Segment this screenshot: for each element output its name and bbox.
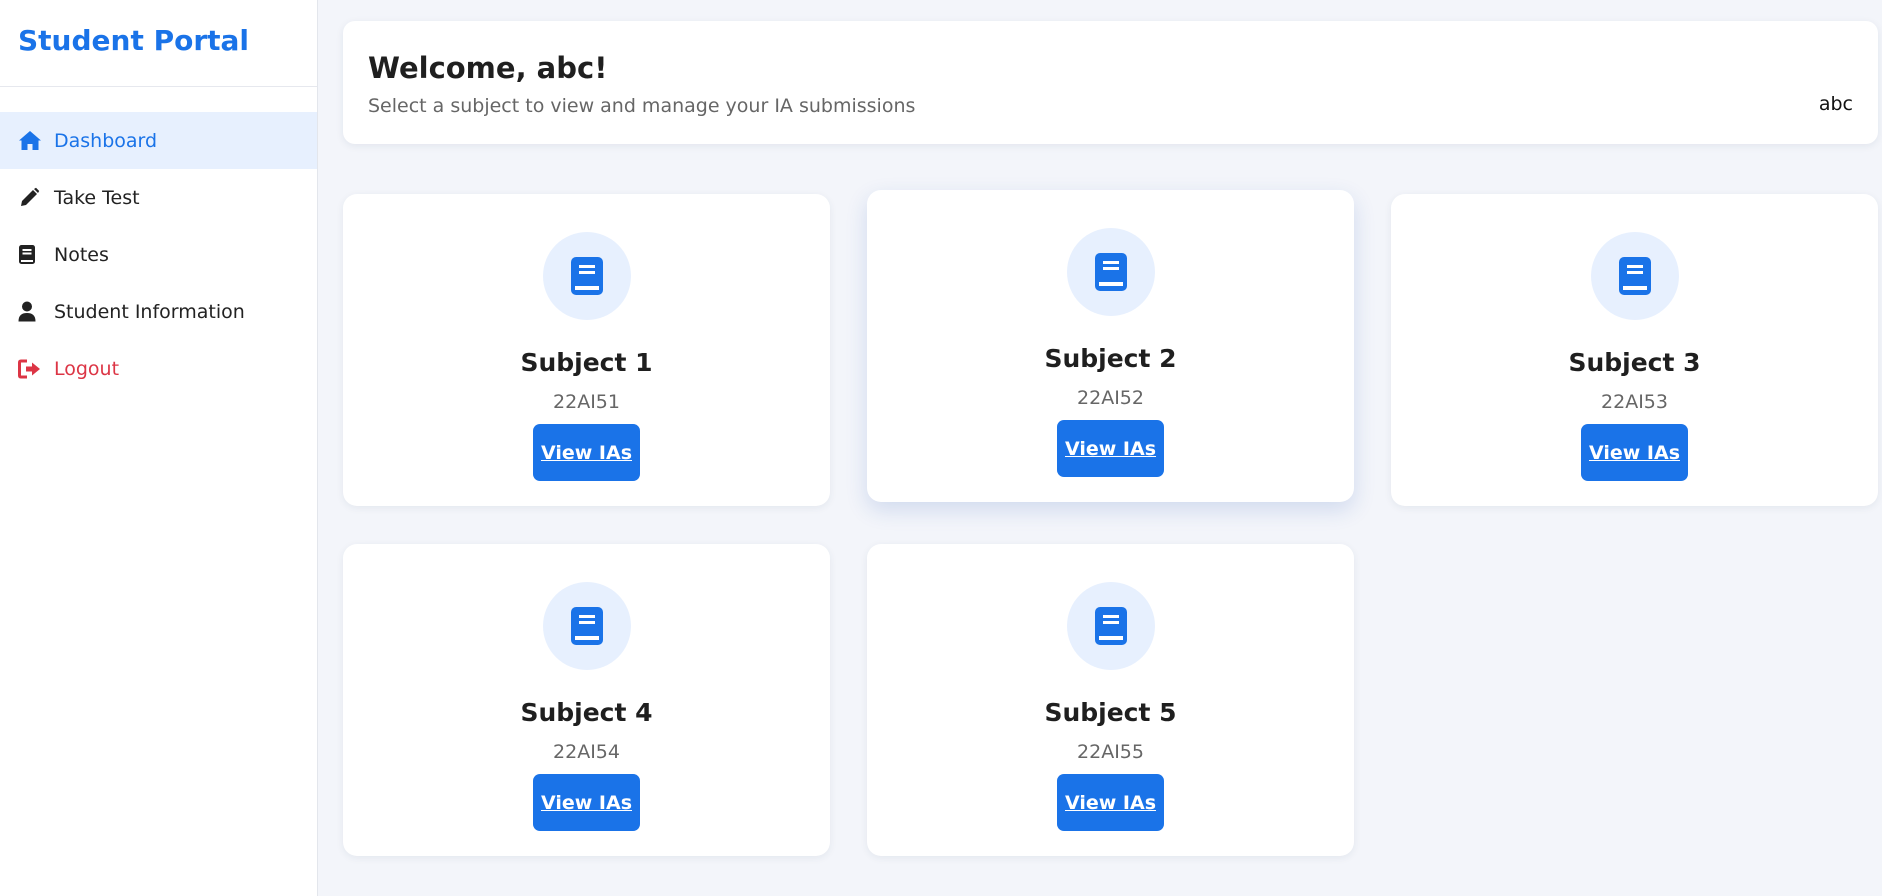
sidebar-item-notes[interactable]: Notes: [0, 226, 317, 283]
subject-code: 22AI54: [553, 741, 620, 763]
sidebar-item-logout[interactable]: Logout: [0, 340, 317, 397]
page-title: Welcome, abc!: [368, 51, 608, 85]
book-icon: [542, 232, 631, 320]
book-icon: [1066, 582, 1155, 670]
pencil-icon: [18, 187, 44, 209]
subject-name: Subject 2: [1044, 344, 1177, 373]
subject-card: Subject 4 22AI54 View IAs: [343, 544, 830, 856]
book-icon: [1066, 228, 1155, 316]
page-subtitle: Select a subject to view and manage your…: [368, 95, 916, 117]
view-ias-button[interactable]: View IAs: [1057, 420, 1164, 477]
book-icon: [1590, 232, 1679, 320]
subject-name: Subject 5: [1044, 698, 1177, 727]
view-ias-button[interactable]: View IAs: [533, 774, 640, 831]
subject-code: 22AI53: [1601, 391, 1668, 413]
book-icon: [542, 582, 631, 670]
subject-name: Subject 3: [1568, 348, 1701, 377]
home-icon: [18, 130, 44, 152]
sidebar-item-take-test[interactable]: Take Test: [0, 169, 317, 226]
welcome-header: Welcome, abc! Select a subject to view a…: [343, 21, 1878, 144]
sign-out-icon: [18, 358, 44, 380]
sidebar-nav: Dashboard Take Test Notes Student Inform…: [0, 112, 317, 397]
subject-card: Subject 2 22AI52 View IAs: [867, 190, 1354, 502]
subject-card: Subject 3 22AI53 View IAs: [1391, 194, 1878, 506]
view-ias-button[interactable]: View IAs: [533, 424, 640, 481]
sidebar-item-label: Notes: [54, 243, 109, 266]
subject-card: Subject 1 22AI51 View IAs: [343, 194, 830, 506]
view-ias-button[interactable]: View IAs: [1581, 424, 1688, 481]
subject-name: Subject 4: [520, 698, 653, 727]
sidebar-item-student-information[interactable]: Student Information: [0, 283, 317, 340]
subject-code: 22AI52: [1077, 387, 1144, 409]
sidebar-item-label: Dashboard: [54, 129, 158, 152]
subject-name: Subject 1: [520, 348, 653, 377]
subject-card: Subject 5 22AI55 View IAs: [867, 544, 1354, 856]
subject-code: 22AI51: [553, 391, 620, 413]
brand-title: Student Portal: [0, 0, 317, 87]
sidebar-item-dashboard[interactable]: Dashboard: [0, 112, 317, 169]
user-name: abc: [1818, 93, 1853, 115]
book-icon: [18, 244, 44, 266]
sidebar: Student Portal Dashboard Take Test Notes…: [0, 0, 318, 896]
sidebar-item-label: Take Test: [54, 186, 140, 209]
sidebar-item-label: Student Information: [54, 300, 245, 323]
user-icon: [18, 301, 44, 323]
view-ias-button[interactable]: View IAs: [1057, 774, 1164, 831]
subject-code: 22AI55: [1077, 741, 1144, 763]
sidebar-item-label: Logout: [54, 357, 120, 380]
